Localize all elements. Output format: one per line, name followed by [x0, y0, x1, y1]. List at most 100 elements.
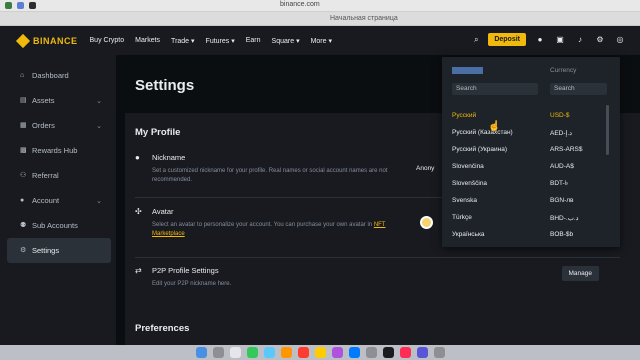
binance-logo-icon [15, 33, 31, 49]
app-store-icon[interactable] [348, 347, 360, 358]
mail-icon[interactable] [263, 347, 275, 358]
address-bar[interactable]: binance.com [280, 1, 320, 8]
launchpad-icon[interactable] [212, 347, 224, 358]
download-icon[interactable]: ▣ [554, 34, 566, 46]
currency-option[interactable]: BGN-лв [550, 192, 583, 209]
currency-heading: Currency [550, 67, 577, 74]
sidebar-item-label: Account [32, 196, 60, 205]
nickname-value[interactable]: Anony [416, 165, 434, 172]
manage-button[interactable]: Manage [561, 266, 599, 281]
sidebar-item-sub-accounts[interactable]: ⚉ Sub Accounts [0, 213, 116, 238]
tab-favicon[interactable] [17, 2, 24, 9]
avatar-icon: ✣ [135, 207, 142, 216]
tab-favicon[interactable] [5, 2, 12, 9]
nav-markets[interactable]: Markets [135, 37, 160, 45]
nav-futures[interactable]: Futures ▾ [206, 37, 235, 45]
nav-square[interactable]: Square ▾ [272, 37, 300, 45]
currency-option[interactable]: BOB-$b [550, 226, 583, 243]
section-title-preferences: Preferences [135, 323, 190, 334]
settings-icon[interactable]: ⚙ [594, 34, 606, 46]
search-icon[interactable]: ⌕ [470, 34, 482, 46]
language-option[interactable]: Русский (Казахстан) [452, 124, 513, 141]
p2p-icon: ⇄ [135, 266, 142, 275]
language-option[interactable]: Українська [452, 226, 513, 243]
orders-icon: ▦ [20, 122, 27, 129]
brand-name: BINANCE [33, 36, 78, 46]
mouse-cursor-icon: ☝ [488, 121, 501, 132]
safari-icon[interactable] [229, 347, 241, 358]
nav-trade[interactable]: Trade ▾ [171, 37, 195, 45]
deposit-button[interactable]: Deposit [488, 33, 526, 46]
top-navigation: BINANCE Buy Crypto Markets Trade ▾ Futur… [0, 27, 640, 55]
sidebar-item-dashboard[interactable]: ⌂ Dashboard [0, 63, 116, 88]
language-option[interactable]: Svenska [452, 192, 513, 209]
language-option[interactable]: Русский (Украина) [452, 141, 513, 158]
language-option[interactable]: Slovenščina [452, 175, 513, 192]
chevron-down-icon: ⌄ [96, 122, 102, 130]
calendar-icon[interactable] [297, 347, 309, 358]
currency-option[interactable]: AUD-A$ [550, 158, 583, 175]
sidebar-item-label: Settings [32, 246, 60, 255]
macos-dock [0, 345, 640, 360]
chevron-down-icon: ⌄ [96, 97, 102, 105]
currency-option[interactable]: USD-$ [550, 107, 583, 124]
tab-favicon[interactable] [29, 2, 36, 9]
telegram-icon[interactable] [416, 347, 428, 358]
trash-icon[interactable] [433, 347, 445, 358]
gift-icon: ▩ [20, 147, 27, 154]
sidebar-item-label: Rewards Hub [32, 146, 78, 155]
language-currency-dropdown: Language Currency Search Search Русский … [442, 57, 620, 247]
home-icon: ⌂ [20, 72, 25, 79]
sidebar-item-orders[interactable]: ▦ Orders ⌄ [0, 113, 116, 138]
sidebar-item-settings[interactable]: ⚙ Settings [7, 238, 111, 263]
currency-option[interactable]: BDT-৳ [550, 175, 583, 192]
currency-list: USD-$ AED-د.إ ARS-ARS$ AUD-A$ BDT-৳ BGN-… [550, 107, 583, 243]
nickname-title: Nickname [152, 153, 186, 162]
currency-search-input[interactable]: Search [550, 83, 607, 95]
music-icon[interactable] [399, 347, 411, 358]
currency-option[interactable]: ARS-ARS$ [550, 141, 583, 158]
user-icon[interactable]: ● [534, 34, 546, 46]
photos-icon[interactable] [280, 347, 292, 358]
p2p-title: P2P Profile Settings [152, 266, 219, 275]
language-option[interactable]: Türkçe [452, 209, 513, 226]
currency-option[interactable]: BHD-.د.ب [550, 209, 583, 226]
subaccounts-icon: ⚉ [20, 222, 27, 229]
notes-icon[interactable] [314, 347, 326, 358]
language-option[interactable]: Русский [452, 107, 513, 124]
avatar-title: Avatar [152, 207, 174, 216]
terminal-icon[interactable] [382, 347, 394, 358]
currency-option[interactable]: AED-د.إ [550, 124, 583, 141]
nav-buy-crypto[interactable]: Buy Crypto [90, 37, 125, 45]
language-option[interactable]: Slovenčina [452, 158, 513, 175]
section-title-my-profile: My Profile [135, 127, 181, 138]
system-settings-icon[interactable] [365, 347, 377, 358]
sidebar-item-assets[interactable]: ▤ Assets ⌄ [0, 88, 116, 113]
tab-new-start-page[interactable]: Начальная страница [330, 15, 398, 22]
currency-scrollbar[interactable] [606, 105, 609, 155]
nav-earn[interactable]: Earn [246, 37, 261, 45]
account-icon: ● [20, 197, 25, 204]
sidebar-item-label: Dashboard [32, 71, 69, 80]
binance-logo[interactable]: BINANCE [15, 33, 78, 49]
sidebar-item-label: Assets [32, 96, 55, 105]
referral-icon: ⚇ [20, 172, 27, 179]
sidebar-item-rewards-hub[interactable]: ▩ Rewards Hub [0, 138, 116, 163]
nickname-description: Set a customized nickname for your profi… [152, 168, 388, 183]
avatar-image[interactable] [420, 216, 433, 229]
bell-icon[interactable]: ♪ [574, 34, 586, 46]
sidebar-item-label: Sub Accounts [32, 221, 78, 230]
language-search-input[interactable]: Search [452, 83, 538, 95]
finder-icon[interactable] [195, 347, 207, 358]
language-list: Русский Русский (Казахстан) Русский (Укр… [452, 107, 513, 243]
nav-more[interactable]: More ▾ [311, 37, 332, 45]
sidebar: ⌂ Dashboard ▤ Assets ⌄ ▦ Orders ⌄ ▩ Rewards Hu… [0, 55, 116, 345]
podcasts-icon[interactable] [331, 347, 343, 358]
messages-icon[interactable] [246, 347, 258, 358]
avatar-description: Select an avatar to personalize your acc… [152, 221, 402, 239]
avatar-description-text: Select an avatar to personalize your acc… [152, 222, 373, 228]
sidebar-item-referral[interactable]: ⚇ Referral [0, 163, 116, 188]
p2p-row: ⇄ P2P Profile Settings Edit your P2P nic… [135, 266, 615, 306]
sidebar-item-account[interactable]: ● Account ⌄ [0, 188, 116, 213]
globe-icon[interactable]: ◎ [614, 34, 626, 46]
